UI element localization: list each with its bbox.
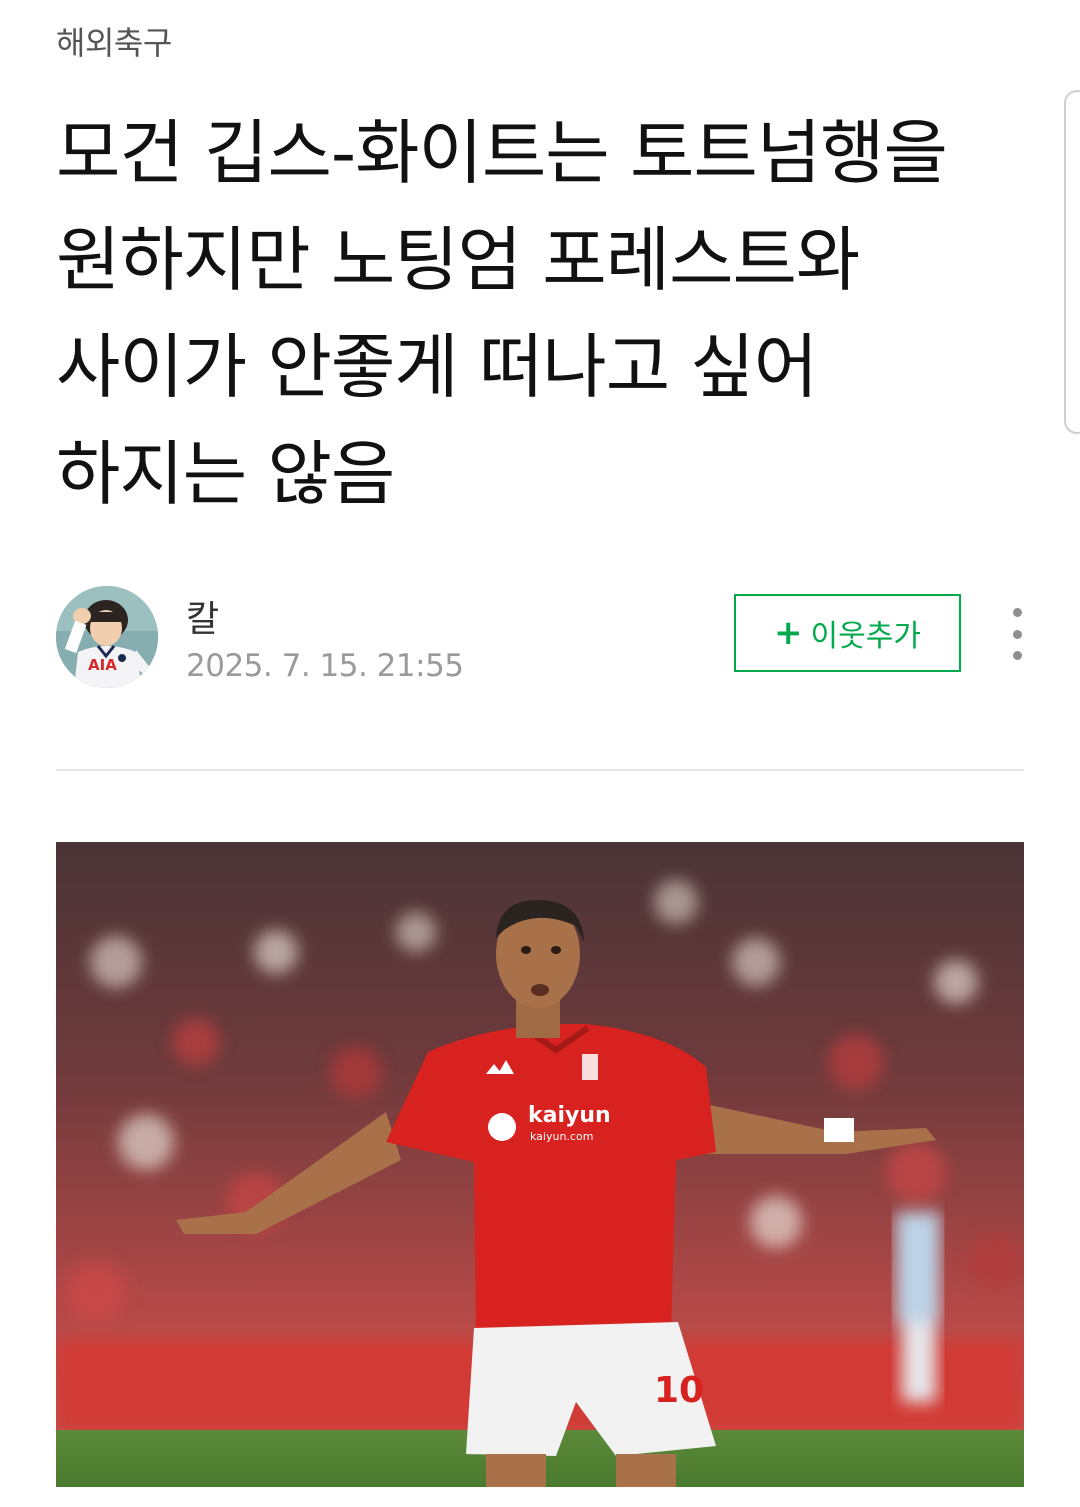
player-photo: kaiyun kaiyun.com 10 [56,842,1024,1487]
add-neighbor-button[interactable]: + 이웃추가 [734,594,961,672]
header-divider [56,769,1024,771]
blog-post-page: 해외축구 모건 깁스-화이트는 토트넘행을 원하지만 노팅엄 포레스트와 사이가… [0,0,1080,1507]
scrollbar-handle[interactable] [1064,90,1080,434]
add-neighbor-label: 이웃추가 [810,619,921,654]
post-date: 2025. 7. 15. 21:55 [186,648,464,684]
avatar-sponsor-text: AIA [88,656,117,674]
article-photo[interactable]: kaiyun kaiyun.com 10 [56,842,1024,1487]
author-avatar[interactable]: AIA [56,586,158,688]
avatar-illustration: AIA [56,586,158,688]
author-name[interactable]: 칼 [186,590,219,642]
plus-icon: + [774,613,803,653]
sponsor-subtext: kaiyun.com [530,1130,593,1143]
more-vertical-icon [1012,608,1022,617]
more-options-button[interactable] [1000,608,1034,660]
shirt-number: 10 [654,1370,704,1411]
category-link[interactable]: 해외축구 [56,18,172,64]
article-title: 모건 깁스-화이트는 토트넘행을 원하지만 노팅엄 포레스트와 사이가 안좋게 … [56,112,948,515]
sponsor-text: kaiyun [528,1103,611,1128]
